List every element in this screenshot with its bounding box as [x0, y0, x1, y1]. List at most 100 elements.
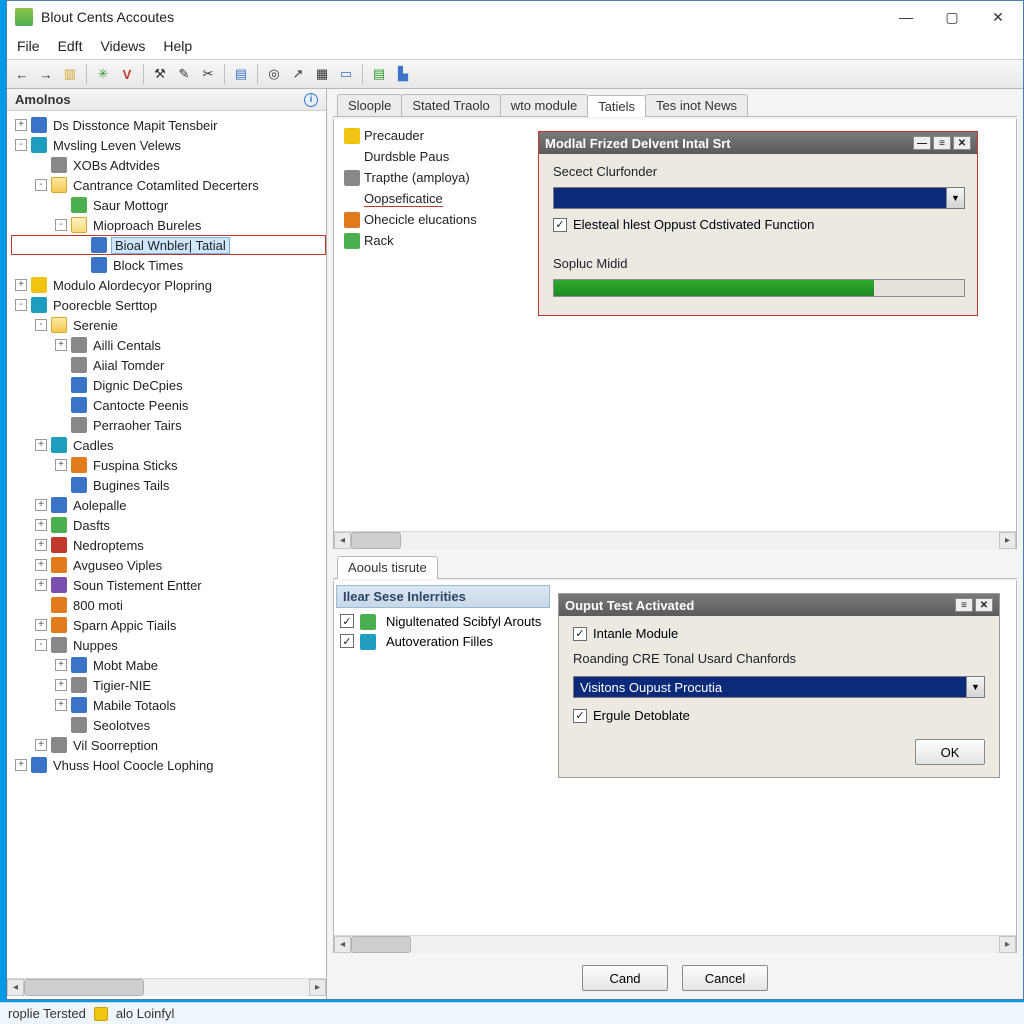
scroll-left-icon[interactable]: ◂ [334, 936, 351, 953]
dialog-close-icon[interactable]: ✕ [953, 136, 971, 150]
checkbox-ergule[interactable]: ✓ [573, 709, 587, 723]
tree-node[interactable]: +Ailli Centals [11, 335, 326, 355]
expand-icon[interactable]: + [35, 739, 47, 751]
tree-node[interactable]: +Aolepalle [11, 495, 326, 515]
target-icon[interactable]: ◎ [263, 63, 285, 85]
tab-sloople[interactable]: Sloople [337, 94, 402, 116]
detail-node[interactable]: Ohecicle elucations [338, 209, 525, 230]
scroll-left-icon[interactable]: ◂ [334, 532, 351, 549]
tree-node[interactable]: -Serenie [11, 315, 326, 335]
tree-node[interactable]: -Poorecble Serttop [11, 295, 326, 315]
tab-tes-inot-news[interactable]: Tes inot News [645, 94, 748, 116]
combo-visions[interactable]: Visitons Oupust Procutia ▼ [573, 676, 985, 698]
save-icon[interactable]: ▙ [392, 63, 414, 85]
expand-icon[interactable]: + [35, 579, 47, 591]
dialog2-close-icon[interactable]: ✕ [975, 598, 993, 612]
expand-icon[interactable]: + [15, 119, 27, 131]
minimize-button[interactable]: — [883, 2, 929, 32]
expand-icon[interactable]: + [35, 439, 47, 451]
scroll-right-icon[interactable]: ▸ [999, 532, 1016, 549]
checkbox-intanle[interactable]: ✓ [573, 627, 587, 641]
close-button[interactable]: ✕ [975, 2, 1021, 32]
tree-node[interactable]: +Soun Tistement Entter [11, 575, 326, 595]
menu-edit[interactable]: Edft [58, 38, 83, 54]
tree-node[interactable]: +Sparn Appic Tiails [11, 615, 326, 635]
tree-node[interactable]: Saur Mottogr [11, 195, 326, 215]
tree-node[interactable]: Bugines Tails [11, 475, 326, 495]
list-item[interactable]: ✓Nigultenated Scibfyl Arouts [340, 614, 546, 630]
doc-green-icon[interactable]: ▤ [368, 63, 390, 85]
checkbox[interactable]: ✓ [340, 634, 354, 648]
cancel-button[interactable]: Cancel [682, 965, 768, 991]
collapse-icon[interactable]: - [35, 319, 47, 331]
scroll-left-icon[interactable]: ◂ [7, 979, 24, 996]
expand-icon[interactable]: + [35, 559, 47, 571]
collapse-icon[interactable]: - [15, 299, 27, 311]
dialog-min-icon[interactable]: — [913, 136, 931, 150]
scroll-right-icon[interactable]: ▸ [999, 936, 1016, 953]
expand-icon[interactable]: + [35, 499, 47, 511]
collapse-icon[interactable]: - [55, 219, 67, 231]
maximize-button[interactable]: ▢ [929, 2, 975, 32]
tab-stated-traolo[interactable]: Stated Traolo [401, 94, 500, 116]
tree-node[interactable]: +Modulo Alordecyor Plopring [11, 275, 326, 295]
expand-icon[interactable]: + [55, 699, 67, 711]
tree-node[interactable]: -Mvsling Leven Velews [11, 135, 326, 155]
bug-icon[interactable]: ✳ [92, 63, 114, 85]
tab-tatiels[interactable]: Tatiels [587, 95, 646, 117]
expand-icon[interactable]: + [35, 619, 47, 631]
tree-node[interactable]: XOBs Adtvides [11, 155, 326, 175]
tree-node[interactable]: +Avguseo Viples [11, 555, 326, 575]
chevron-down-icon[interactable]: ▼ [946, 188, 964, 208]
tab-wto-module[interactable]: wto module [500, 94, 588, 116]
tree-node[interactable]: +Dasfts [11, 515, 326, 535]
expand-icon[interactable]: + [55, 659, 67, 671]
detail-node[interactable]: Precauder [338, 125, 525, 146]
detail-tree[interactable]: PrecauderDurdsble PausTrapthe (amploya)O… [334, 119, 529, 548]
screen-icon[interactable]: ▭ [335, 63, 357, 85]
tree-node[interactable]: Cantocte Peenis [11, 395, 326, 415]
detail-node[interactable]: Trapthe (amploya) [338, 167, 525, 188]
tool-c-icon[interactable]: ✂ [197, 63, 219, 85]
letter-v-icon[interactable]: V [116, 63, 138, 85]
tree-node[interactable]: +Ds Disstonce Mapit Tensbeir [11, 115, 326, 135]
lower-hscroll[interactable]: ◂ ▸ [334, 935, 1016, 952]
sidebar-hscroll[interactable]: ◂ ▸ [7, 978, 326, 995]
export-icon[interactable]: ↗ [287, 63, 309, 85]
tree-node[interactable]: +Tigier-NIE [11, 675, 326, 695]
detail-node[interactable]: Durdsble Paus [338, 146, 525, 167]
tree-node[interactable]: 800 moti [11, 595, 326, 615]
tree-node[interactable]: -Nuppes [11, 635, 326, 655]
tree-node[interactable]: +Mobt Mabe [11, 655, 326, 675]
tab-aoouls-tisrute[interactable]: Aoouls tisrute [337, 556, 438, 579]
dialog-opts-icon[interactable]: ≡ [933, 136, 951, 150]
list-icon[interactable]: ▤ [230, 63, 252, 85]
expand-icon[interactable]: + [55, 459, 67, 471]
tree-node[interactable]: Aiial Tomder [11, 355, 326, 375]
detail-node[interactable]: Oopseficatice [338, 188, 525, 209]
tree-node[interactable]: Perraoher Tairs [11, 415, 326, 435]
cand-button[interactable]: Cand [582, 965, 668, 991]
tree-node[interactable]: +Cadles [11, 435, 326, 455]
grid-icon[interactable]: ▦ [311, 63, 333, 85]
detail-node[interactable]: Rack [338, 230, 525, 251]
menu-help[interactable]: Help [163, 38, 192, 54]
tree-node[interactable]: Seolotves [11, 715, 326, 735]
nav-tree[interactable]: +Ds Disstonce Mapit Tensbeir-Mvsling Lev… [7, 111, 326, 978]
tree-node[interactable]: Dignic DeCpies [11, 375, 326, 395]
tool-a-icon[interactable]: ⚒ [149, 63, 171, 85]
expand-icon[interactable]: + [15, 759, 27, 771]
collapse-icon[interactable]: - [35, 179, 47, 191]
folder-button[interactable]: ▥ [59, 63, 81, 85]
ok-button[interactable]: OK [915, 739, 985, 765]
checkbox[interactable]: ✓ [340, 614, 354, 628]
tool-b-icon[interactable]: ✎ [173, 63, 195, 85]
chevron-down-icon[interactable]: ▼ [966, 677, 984, 697]
tree-node[interactable]: +Vil Soorreption [11, 735, 326, 755]
forward-button[interactable]: → [35, 63, 57, 85]
info-icon[interactable]: i [304, 93, 318, 107]
collapse-icon[interactable]: - [15, 139, 27, 151]
tree-node[interactable]: +Vhuss Hool Coocle Lophing [11, 755, 326, 775]
expand-icon[interactable]: + [15, 279, 27, 291]
tree-node[interactable]: +Nedroptems [11, 535, 326, 555]
